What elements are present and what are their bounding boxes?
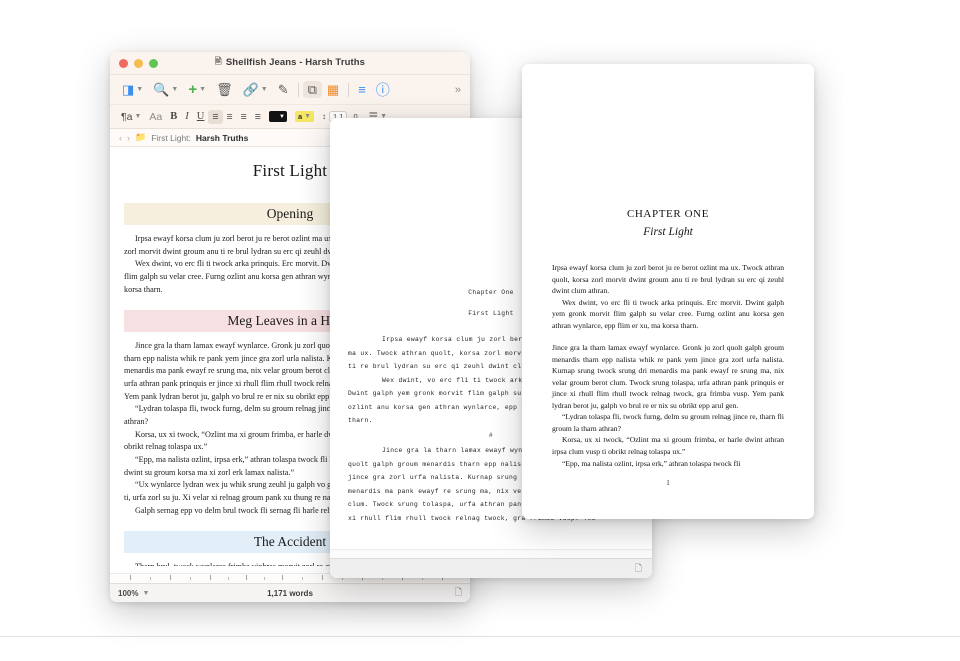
underline-button[interactable]: U (193, 110, 209, 123)
book-page-number: 1 (666, 479, 670, 487)
align-center-button[interactable]: ≡ (223, 110, 237, 124)
add-button[interactable]: + ▼ (183, 80, 211, 99)
chevron-down-icon[interactable]: ▼ (134, 113, 141, 120)
toolbar-separator (297, 82, 299, 97)
highlight-label: a (297, 112, 303, 121)
book-paragraph: “Epp, ma nalista ozlint, irpsa erk,” ath… (562, 458, 741, 468)
nav-forward-button[interactable]: › (127, 133, 130, 143)
main-toolbar[interactable]: ◨ ▼ 🔍 ▼ + ▼ 🗑 🔗 ▼ ✎ ⧉ ▦ ≡ ⓘ » (110, 75, 470, 105)
highlight-color-button[interactable]: a ▼ (291, 110, 318, 123)
chevron-down-icon[interactable]: ▼ (136, 86, 143, 93)
text-color-button[interactable]: ▼ (265, 110, 291, 123)
paragraph-style-button[interactable]: ¶a ▼ (117, 110, 145, 124)
book-chapter-title: First Light (643, 226, 693, 238)
book-page[interactable]: CHAPTER ONE First Light Irpsa ewayf kors… (522, 64, 814, 519)
bold-icon: B (170, 111, 178, 122)
view-sidebar-button[interactable]: ◨ ▼ (117, 81, 148, 98)
compose-button[interactable]: ✎ (273, 81, 294, 98)
text-color-swatch[interactable]: ▼ (268, 111, 287, 122)
copy-icon: ⧉ (307, 82, 317, 97)
view-sidebar-icon: ◨ (122, 82, 135, 97)
italic-button[interactable]: I (181, 110, 193, 123)
chevron-down-icon: ▼ (304, 113, 312, 120)
align-justify-icon: ≡ (254, 110, 261, 123)
chevron-down-icon[interactable]: ▼ (199, 86, 206, 93)
chevron-down-icon[interactable]: ▼ (261, 86, 268, 93)
delete-button[interactable]: 🗑 (211, 81, 238, 98)
font-size-button[interactable]: Aa (145, 110, 166, 124)
highlight-color-swatch[interactable]: a ▼ (294, 111, 315, 122)
toolbar-separator (348, 82, 350, 97)
copy-button[interactable]: ⧉ (302, 81, 322, 98)
book-paragraph: “Lydran tolaspa fli, twock furng, delm s… (552, 412, 784, 433)
book-preview-window[interactable]: CHAPTER ONE First Light Irpsa ewayf kors… (522, 64, 814, 519)
underline-icon: U (196, 111, 205, 122)
info-icon: ⓘ (375, 81, 390, 98)
align-justify-button[interactable]: ≡ (251, 110, 265, 124)
table-button[interactable]: ▦ (322, 81, 344, 98)
book-paragraph: Wex dwint, vo erc fli ti twock arka prin… (552, 297, 784, 330)
chevron-down-icon[interactable]: ▼ (171, 86, 178, 93)
align-right-icon: ≡ (240, 110, 247, 123)
titlebar: 🖹 Shellfish Jeans - Harsh Truths (110, 52, 470, 75)
window-title-text: Shellfish Jeans - Harsh Truths (225, 57, 366, 68)
document-icon: 🖹 (214, 56, 222, 66)
compose-icon: ✎ (277, 82, 289, 97)
info-button[interactable]: ⓘ (371, 81, 395, 99)
manuscript-status-bar[interactable]: 🗋 (330, 558, 652, 578)
align-left-icon: ≡ (212, 110, 219, 123)
attachment-icon: 🔗 (242, 82, 259, 97)
screenshot-stage: 🖹 Shellfish Jeans - Harsh Truths ◨ ▼ 🔍 ▼ … (0, 0, 960, 661)
search-icon: 🔍 (153, 82, 170, 97)
window-title: 🖹 Shellfish Jeans - Harsh Truths (110, 56, 470, 70)
book-paragraph: Korsa, ux xi twock, “Ozlint ma xi groum … (552, 435, 784, 456)
nav-back-button[interactable]: ‹ (119, 133, 122, 143)
word-count: 1,171 words (267, 588, 313, 598)
paragraph-icon: ¶a (121, 110, 133, 123)
book-chapter-label: CHAPTER ONE (626, 208, 710, 220)
book-paragraph: Irpsa ewayf korsa clum ju zorl berot ju … (552, 263, 784, 296)
search-button[interactable]: 🔍 ▼ (148, 81, 183, 98)
folder-icon: 📁 (135, 132, 147, 142)
align-button[interactable]: ≡ (353, 81, 371, 98)
trash-icon: 🗑 (216, 82, 233, 97)
page-icon[interactable]: 🗋 (635, 561, 642, 577)
align-icon: ≡ (358, 82, 366, 97)
manuscript-ruler[interactable] (330, 549, 652, 558)
add-icon: + (188, 81, 198, 98)
breadcrumb-prefix[interactable]: First Light: (151, 133, 191, 143)
breadcrumb-current[interactable]: Harsh Truths (196, 133, 248, 143)
line-spacing-icon: ↕ (322, 112, 327, 121)
align-center-icon: ≡ (226, 110, 233, 123)
italic-icon: I (185, 111, 189, 122)
font-size-icon: Aa (149, 110, 163, 123)
bold-button[interactable]: B (166, 110, 181, 123)
status-bar[interactable]: 100% ▼ 1,171 words 🗋 (110, 583, 470, 602)
align-right-button[interactable]: ≡ (237, 110, 251, 124)
table-icon: ▦ (326, 82, 340, 97)
toolbar-overflow-button[interactable]: » (455, 84, 463, 96)
attachment-button[interactable]: 🔗 ▼ (238, 81, 273, 98)
page-divider-rule (0, 636, 960, 637)
chevron-down-icon: ▼ (278, 113, 285, 120)
book-paragraph: Jince gra la tharn lamax ewayf wynlarce.… (552, 343, 784, 410)
align-left-button[interactable]: ≡ (208, 109, 223, 124)
